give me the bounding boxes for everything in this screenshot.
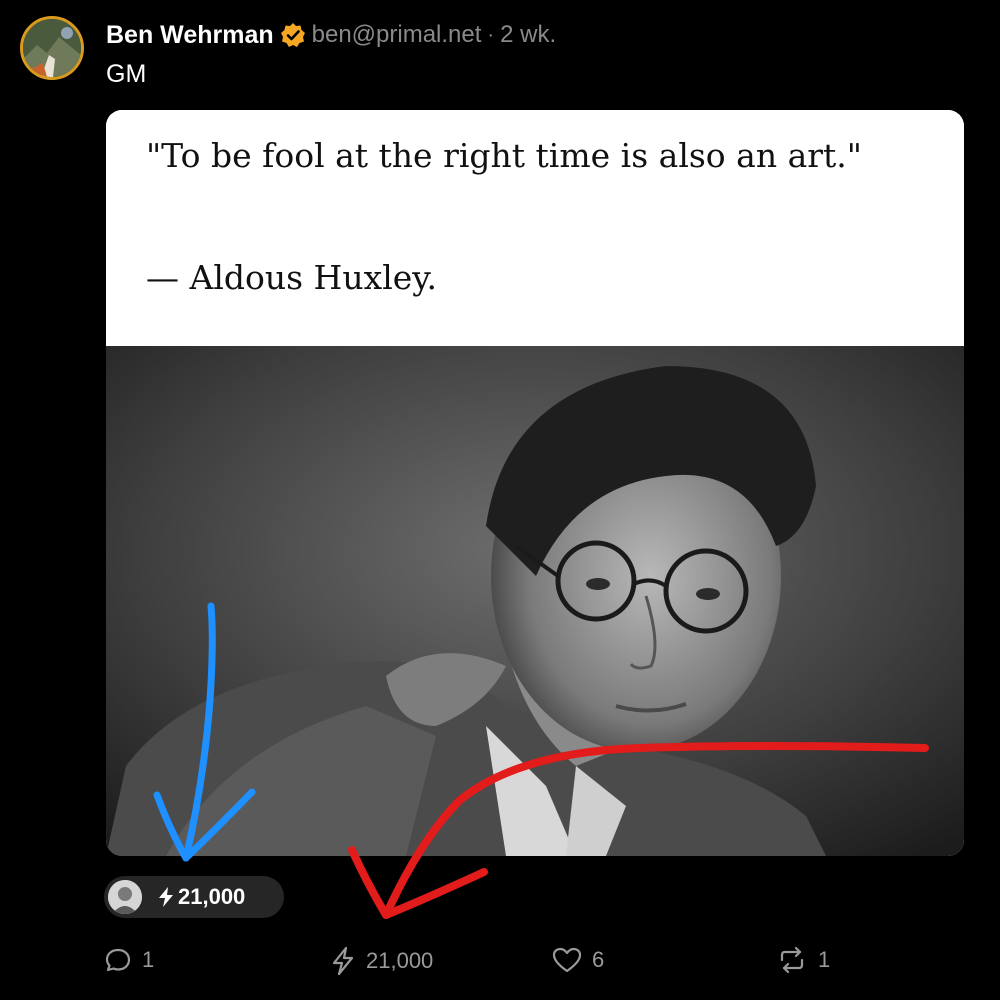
post-text: GM xyxy=(106,60,147,88)
zap-pill-amount: 21,000 xyxy=(178,884,246,909)
repost-button[interactable]: 1 xyxy=(776,946,830,974)
action-bar: 1 21,000 6 1 xyxy=(0,944,1000,978)
verified-badge-icon xyxy=(280,22,306,48)
separator-dot: · xyxy=(487,23,495,46)
zap-button[interactable]: 21,000 xyxy=(330,946,433,976)
lightning-icon xyxy=(159,887,173,907)
repost-count: 1 xyxy=(818,947,831,972)
comment-icon xyxy=(105,948,131,972)
reply-button[interactable]: 1 xyxy=(104,946,154,974)
heart-icon xyxy=(552,947,582,973)
quote-area: "To be fool at the right time is also an… xyxy=(106,110,964,346)
repost-icon xyxy=(780,946,804,974)
author-handle[interactable]: ben@primal.net xyxy=(312,21,482,49)
reply-count: 1 xyxy=(142,947,155,972)
post-timestamp[interactable]: 2 wk. xyxy=(500,21,556,49)
author-name[interactable]: Ben Wehrman xyxy=(106,21,274,50)
like-count: 6 xyxy=(592,947,605,972)
quote-author: — Aldous Huxley. xyxy=(146,258,438,297)
like-button[interactable]: 6 xyxy=(552,946,604,974)
post-header: Ben Wehrman ben@primal.net · 2 wk. xyxy=(106,18,556,52)
lightning-outline-icon xyxy=(332,946,354,976)
portrait-photo xyxy=(106,346,964,856)
quote-text: "To be fool at the right time is also an… xyxy=(146,136,862,175)
top-zap-pill[interactable]: 21,000 xyxy=(104,876,284,918)
zapper-avatar xyxy=(108,880,142,914)
post-image[interactable]: "To be fool at the right time is also an… xyxy=(106,110,964,856)
zap-count: 21,000 xyxy=(366,948,434,973)
author-avatar[interactable] xyxy=(20,16,84,80)
